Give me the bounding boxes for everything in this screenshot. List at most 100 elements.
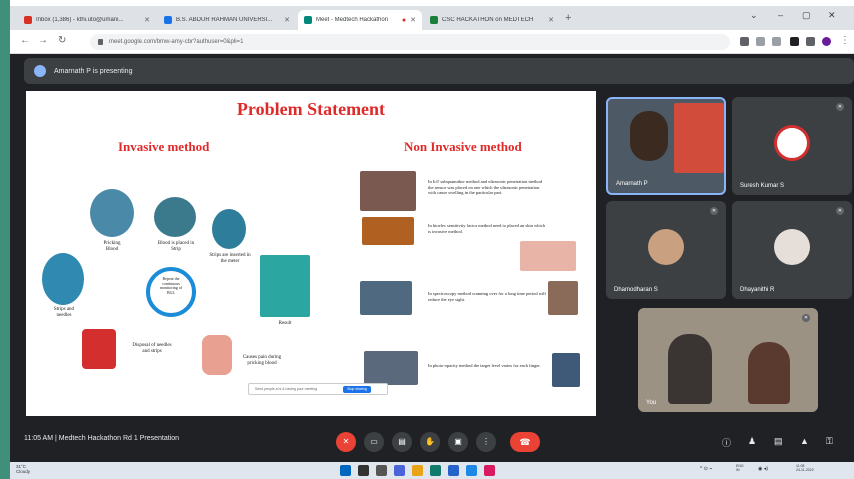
network-icon[interactable]: ◉ ◂) (758, 466, 768, 472)
participant-tile[interactable]: ✕ Suresh Kumar S (732, 97, 852, 195)
camera-button[interactable]: ▭ (364, 432, 384, 452)
participant-tile[interactable]: ✕ Dhamodharan S (606, 201, 726, 299)
finger-image (202, 335, 232, 375)
pulse-oximeter-photo (364, 351, 418, 385)
strips-needles-image (42, 253, 84, 305)
close-window-button[interactable]: ✕ (828, 10, 836, 21)
edge-icon[interactable] (430, 465, 441, 476)
method-description: In spectroscopy method scanning over for… (428, 291, 546, 302)
self-view-tile[interactable]: ✕ You (638, 308, 818, 412)
muted-mic-icon: ✕ (836, 103, 844, 111)
meeting-info: 11:05 AM | Medtech Hackathon Rd 1 Presen… (24, 435, 179, 442)
participant-avatar (774, 125, 810, 161)
store-icon[interactable] (448, 465, 459, 476)
tab-search-icon[interactable]: ⌄ (750, 10, 758, 21)
participant-tile[interactable]: ✕ Dhayanithi R (732, 201, 852, 299)
captions-button[interactable]: ▤ (392, 432, 412, 452)
result-image (260, 255, 310, 317)
participant-video (630, 111, 668, 161)
blood-strip-image (154, 197, 196, 237)
self-video-person (748, 342, 790, 404)
meeting-separator: | (55, 435, 57, 442)
extension-icon[interactable] (790, 37, 799, 46)
participant-name: Dhamodharan S (614, 287, 658, 293)
presenting-overlay: Send people a hi & having your meeting S… (248, 383, 388, 395)
tab-label: B.S. ABDUR RAHMAN UNIVERSI... (176, 17, 273, 23)
address-bar[interactable]: meet.google.com/bmw-amy-cbr?authuser=0&p… (90, 34, 730, 50)
browser-window: Inbox (1,386) - kthi.uto@umani... ✕ B.S.… (10, 6, 854, 479)
university-icon (164, 16, 172, 24)
people-icon[interactable]: ♟ (748, 436, 756, 447)
maximize-button[interactable]: ▢ (802, 10, 811, 21)
profile-avatar[interactable] (822, 37, 831, 46)
participant-avatar (774, 229, 810, 265)
meeting-time: 11:05 AM (24, 435, 54, 442)
tab-meet[interactable]: Meet - Medtech Hackathon ● ✕ (298, 10, 422, 30)
task-view-icon[interactable] (376, 465, 387, 476)
strip-caption: Blood is placed in Strip (157, 241, 195, 252)
presenting-icon (34, 65, 46, 77)
slide-title: Problem Statement (236, 99, 386, 119)
app-icon[interactable] (484, 465, 495, 476)
meet-icon (304, 16, 312, 24)
forward-icon[interactable]: → (38, 35, 48, 46)
info-icon[interactable]: ⓘ (722, 436, 731, 449)
raise-hand-button[interactable]: ✋ (420, 432, 440, 452)
strips-needles-caption: Strips and needles (53, 307, 75, 318)
overlay-text: Send people a hi & having your meeting (255, 387, 318, 391)
share-icon[interactable] (756, 37, 765, 46)
start-icon[interactable] (340, 465, 351, 476)
tab-university[interactable]: B.S. ABDUR RAHMAN UNIVERSI... ✕ (158, 10, 296, 30)
gmail-icon (24, 16, 32, 24)
meeting-title: Medtech Hackathon Rd 1 Presentation (58, 435, 180, 442)
teams-chat-icon[interactable] (394, 465, 405, 476)
windows-taskbar: 31°C Cloudy ^ ⊙ ⌁ ENG IN ◉ ◂) 11:05 24-1… (10, 462, 854, 479)
file-explorer-icon[interactable] (412, 465, 423, 476)
participant-name: You (646, 400, 657, 406)
participant-avatar (648, 229, 684, 265)
recording-dot-icon: ● (401, 16, 407, 24)
presenting-text: Amarnath P is presenting (54, 67, 133, 75)
weather-widget[interactable]: 31°C Cloudy (16, 464, 30, 475)
stop-sharing-button[interactable]: Stop sharing (343, 386, 371, 393)
close-tab-icon[interactable]: ✕ (284, 16, 290, 24)
close-tab-icon[interactable]: ✕ (548, 16, 554, 24)
reload-icon[interactable]: ↻ (58, 35, 66, 46)
back-icon[interactable]: ← (20, 35, 30, 46)
mic-off-button[interactable]: ✕ (336, 432, 356, 452)
more-options-button[interactable]: ⋮ (476, 432, 496, 452)
shared-slide: Problem Statement Invasive method Non In… (26, 91, 596, 416)
search-icon[interactable] (358, 465, 369, 476)
present-button[interactable]: ▣ (448, 432, 468, 452)
background-poster (674, 103, 724, 173)
bookmark-star-icon[interactable] (772, 37, 781, 46)
end-call-button[interactable]: ☎ (510, 432, 540, 452)
close-tab-icon[interactable]: ✕ (144, 16, 150, 24)
url-text: meet.google.com/bmw-amy-cbr?authuser=0&p… (109, 39, 244, 45)
tab-hackathon[interactable]: CSC HACKATHON on MEDTECH ✕ (424, 10, 560, 30)
spectroscopy-photo (360, 281, 412, 315)
presenting-banner: Amarnath P is presenting (24, 58, 854, 84)
chat-icon[interactable]: ▤ (774, 436, 783, 447)
tab-gmail[interactable]: Inbox (1,386) - kthi.uto@umani... ✕ (18, 10, 156, 30)
close-tab-icon[interactable]: ✕ (410, 16, 416, 24)
tray-icons[interactable]: ^ ⊙ ⌁ (700, 466, 712, 472)
minimize-button[interactable]: – (778, 10, 783, 20)
tab-label: Inbox (1,386) - kthi.uto@umani... (36, 17, 124, 23)
disposal-caption: Disposal of needles and strips (132, 343, 172, 354)
result-caption: Result (278, 321, 292, 326)
menu-dots-icon[interactable]: ⋮ (840, 35, 850, 46)
chrome-icon[interactable] (466, 465, 477, 476)
camera-permission-icon[interactable] (740, 37, 749, 46)
clock[interactable]: 11:05 24-11-2022 (796, 464, 814, 472)
invasive-heading: Invasive method (118, 139, 210, 154)
language-indicator[interactable]: ENG IN (736, 464, 744, 472)
participant-name: Dhayanithi R (740, 287, 775, 293)
sidebar-icon[interactable] (806, 37, 815, 46)
eye-photo (548, 281, 578, 315)
new-tab-button[interactable]: + (565, 12, 571, 24)
host-controls-icon[interactable]: ⚿ (826, 436, 833, 447)
left-edge-strip (0, 0, 10, 479)
participant-tile[interactable]: Amarnath P (606, 97, 726, 195)
activities-icon[interactable]: ▲ (800, 436, 809, 446)
